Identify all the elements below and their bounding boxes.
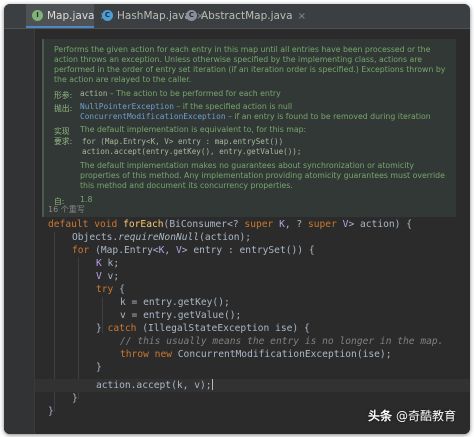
- tab-abstractmap-java[interactable]: C AbstractMap.java ×: [180, 4, 306, 28]
- tab-hashmap-java[interactable]: C HashMap.java ×: [96, 4, 204, 28]
- code-token: action.accept(k, v);: [96, 380, 212, 391]
- code-comment[interactable]: // this usually means the entry is no lo…: [120, 335, 443, 348]
- impl-code-line: for (Map.Entry<K, V> entry : map.entrySe…: [82, 137, 284, 146]
- rendered-javadoc: Performs the given action for each entry…: [42, 39, 456, 217]
- doc-description-line: performed in the order of entry set iter…: [54, 65, 446, 74]
- class-icon: C: [102, 9, 113, 21]
- keyword: default: [48, 219, 89, 230]
- tab-label: Map.java: [47, 10, 95, 22]
- code-line[interactable]: }: [48, 405, 54, 418]
- watermark-text: @奇酷教育: [395, 409, 456, 423]
- code-token: }: [96, 323, 108, 334]
- keyword: catch: [107, 323, 137, 334]
- method-name: forEach: [123, 219, 164, 230]
- code-token: (Map.Entry<: [89, 245, 159, 256]
- code-token: > entry : entrySet()) {: [181, 245, 315, 256]
- watermark: 头条 @奇酷教育: [368, 407, 456, 424]
- code-token: {: [113, 284, 125, 295]
- code-line[interactable]: try {: [96, 283, 125, 296]
- keyword: try: [96, 284, 114, 295]
- text-caret: [211, 379, 213, 390]
- throws-desc: – if the specified action is null: [173, 102, 293, 111]
- code-line[interactable]: v = entry.getValue();: [120, 309, 241, 322]
- throws-entry: NullPointerException – if the specified …: [80, 102, 292, 112]
- abstract-class-icon: C: [186, 9, 197, 21]
- keyword: throw: [120, 349, 149, 360]
- code-line[interactable]: for (Map.Entry<K, V> entry : entrySet())…: [72, 244, 315, 257]
- throws-entry: ConcurrentModificationException – if an …: [80, 112, 431, 122]
- watermark-mark: 头条: [367, 409, 392, 423]
- code-token: ConcurrentModificationException(ise);: [172, 349, 392, 360]
- keyword: for: [72, 245, 90, 256]
- indent-guide: [78, 257, 79, 399]
- code-token: (BiConsumer<?: [163, 219, 239, 230]
- code-token: > action) {: [348, 219, 412, 230]
- param-name: action: [80, 89, 108, 98]
- code-token: (action);: [199, 232, 252, 243]
- params-label: 形参:: [54, 91, 73, 100]
- code-line[interactable]: default void forEach(BiConsumer<? super …: [48, 218, 412, 231]
- code-line[interactable]: } catch (IllegalStateException ise) {: [96, 322, 310, 335]
- code-line[interactable]: k = entry.getKey();: [120, 296, 230, 309]
- code-line-current[interactable]: action.accept(k, v);: [96, 379, 213, 392]
- code-line[interactable]: K k;: [96, 257, 119, 270]
- param-entry: action – The action to be performed for …: [80, 89, 281, 99]
- throws-desc: – if an entry is found to be removed dur…: [225, 112, 431, 121]
- code-line[interactable]: V v;: [96, 270, 119, 283]
- keyword: super: [244, 219, 274, 230]
- impl-note-line: this method and document its concurrency…: [80, 181, 293, 190]
- static-method: requireNonNull: [118, 232, 200, 243]
- keyword: void: [94, 219, 118, 230]
- line-gutter[interactable]: [4, 29, 35, 434]
- param-desc: – The action to be performed for each en…: [107, 89, 281, 98]
- keyword: new: [154, 349, 172, 360]
- exception-link[interactable]: ConcurrentModificationException: [80, 112, 226, 121]
- impl-spec-label: 要求:: [54, 137, 73, 146]
- code-token: (IllegalStateException ise) {: [136, 323, 310, 334]
- overrides-inlay-hint[interactable]: 16 个重写: [48, 204, 85, 215]
- tab-map-java[interactable]: IMap.java×: [26, 4, 108, 28]
- tab-label: AbstractMap.java: [201, 10, 293, 22]
- doc-description-line: Performs the given action for each entry…: [54, 45, 431, 54]
- ide-window: I Map.java × CHashMap.java× C AbstractMap.j…: [4, 4, 470, 434]
- editor-tab-bar: I Map.java × CHashMap.java× C AbstractMap.j…: [4, 4, 470, 29]
- code-token: v;: [101, 271, 120, 282]
- doc-description-line: action throws an exception. Unless other…: [54, 55, 423, 64]
- code-token: ,: [164, 245, 176, 256]
- code-line[interactable]: throw new ConcurrentModificationExceptio…: [120, 348, 392, 361]
- code-line[interactable]: }: [72, 392, 78, 405]
- code-token: Objects.: [72, 232, 119, 243]
- code-token: , ?: [284, 219, 303, 230]
- code-line[interactable]: Objects.requireNonNull(action);: [72, 231, 251, 244]
- doc-description-line: the action are relayed to the caller.: [54, 75, 192, 84]
- impl-code-line: action.accept(entry.getKey(), entry.getV…: [82, 147, 302, 156]
- impl-note-line: properties of this method. Any implement…: [80, 171, 445, 180]
- interface-icon: I: [32, 9, 43, 21]
- keyword: super: [307, 219, 337, 230]
- close-icon[interactable]: ×: [298, 11, 306, 22]
- code-token: k;: [101, 258, 120, 269]
- code-line[interactable]: }: [96, 361, 102, 374]
- code-editor[interactable]: Performs the given action for each entry…: [4, 29, 470, 434]
- throws-label: 抛出:: [54, 104, 73, 113]
- impl-note-line: The default implementation makes no guar…: [80, 161, 415, 170]
- impl-spec-desc: The default implementation is equivalent…: [80, 125, 307, 134]
- exception-link[interactable]: NullPointerException: [80, 102, 174, 111]
